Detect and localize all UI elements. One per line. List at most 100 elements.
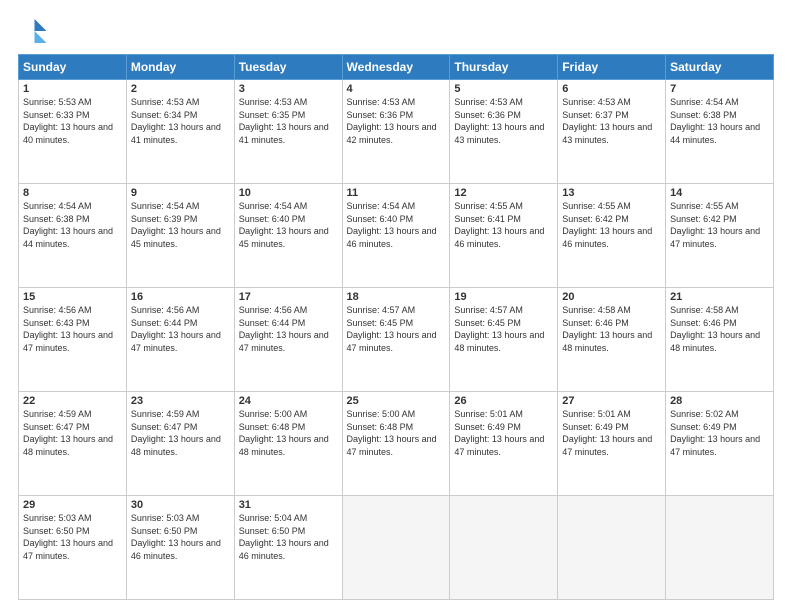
day-info: Sunrise: 4:59 AMSunset: 6:47 PMDaylight:… [23, 409, 113, 457]
day-cell-9: 9Sunrise: 4:54 AMSunset: 6:39 PMDaylight… [126, 184, 234, 288]
logo [18, 16, 52, 46]
day-cell-17: 17Sunrise: 4:56 AMSunset: 6:44 PMDayligh… [234, 288, 342, 392]
day-cell-19: 19 Sunrise: 4:57 AMSunset: 6:45 PMDayligh… [450, 288, 558, 392]
day-info: Sunrise: 4:55 AMSunset: 6:42 PMDaylight:… [562, 201, 652, 249]
day-number: 14 [670, 187, 769, 199]
day-cell-7: 7 Sunrise: 4:54 AMSunset: 6:38 PMDaylight… [666, 80, 774, 184]
day-number: 12 [454, 187, 553, 199]
week-row-5: 29 Sunrise: 5:03 AMSunset: 6:50 PMDayligh… [19, 496, 774, 600]
day-number: 25 [347, 395, 446, 407]
empty-cell [558, 496, 666, 600]
day-number: 24 [239, 395, 338, 407]
day-cell-23: 23Sunrise: 4:59 AMSunset: 6:47 PMDayligh… [126, 392, 234, 496]
day-cell-16: 16 Sunrise: 4:56 AMSunset: 6:44 PMDayligh… [126, 288, 234, 392]
day-info: Sunrise: 5:01 AMSunset: 6:49 PMDaylight:… [454, 409, 544, 457]
day-info: Sunrise: 4:56 AMSunset: 6:43 PMDaylight:… [23, 305, 113, 353]
day-cell-8: 8 Sunrise: 4:54 AMSunset: 6:38 PMDaylight… [19, 184, 127, 288]
day-cell-25: 25 Sunrise: 5:00 AMSunset: 6:48 PMDayligh… [342, 392, 450, 496]
day-info: Sunrise: 4:54 AMSunset: 6:38 PMDaylight:… [23, 201, 113, 249]
day-cell-20: 20 Sunrise: 4:58 AMSunset: 6:46 PMDayligh… [558, 288, 666, 392]
day-info: Sunrise: 5:00 AMSunset: 6:48 PMDaylight:… [347, 409, 437, 457]
day-number: 16 [131, 291, 230, 303]
day-info: Sunrise: 4:57 AMSunset: 6:45 PMDaylight:… [454, 305, 544, 353]
day-number: 3 [239, 83, 338, 95]
day-cell-15: 15 Sunrise: 4:56 AMSunset: 6:43 PMDayligh… [19, 288, 127, 392]
day-info: Sunrise: 4:53 AMSunset: 6:37 PMDaylight:… [562, 97, 652, 145]
day-number: 1 [23, 83, 122, 95]
day-number: 29 [23, 499, 122, 511]
day-cell-28: 28Sunrise: 5:02 AMSunset: 6:49 PMDayligh… [666, 392, 774, 496]
day-info: Sunrise: 5:03 AMSunset: 6:50 PMDaylight:… [23, 513, 113, 561]
day-info: Sunrise: 4:54 AMSunset: 6:39 PMDaylight:… [131, 201, 221, 249]
day-cell-31: 31Sunrise: 5:04 AMSunset: 6:50 PMDayligh… [234, 496, 342, 600]
day-info: Sunrise: 4:55 AMSunset: 6:42 PMDaylight:… [670, 201, 760, 249]
day-cell-5: 5Sunrise: 4:53 AMSunset: 6:36 PMDaylight… [450, 80, 558, 184]
day-info: Sunrise: 4:58 AMSunset: 6:46 PMDaylight:… [670, 305, 760, 353]
day-info: Sunrise: 5:00 AMSunset: 6:48 PMDaylight:… [239, 409, 329, 457]
day-number: 7 [670, 83, 769, 95]
day-info: Sunrise: 5:01 AMSunset: 6:49 PMDaylight:… [562, 409, 652, 457]
day-info: Sunrise: 4:54 AMSunset: 6:38 PMDaylight:… [670, 97, 760, 145]
day-number: 26 [454, 395, 553, 407]
day-info: Sunrise: 4:53 AMSunset: 6:35 PMDaylight:… [239, 97, 329, 145]
day-number: 5 [454, 83, 553, 95]
day-info: Sunrise: 4:59 AMSunset: 6:47 PMDaylight:… [131, 409, 221, 457]
empty-cell [342, 496, 450, 600]
page: SundayMondayTuesdayWednesdayThursdayFrid… [0, 0, 792, 612]
day-info: Sunrise: 4:54 AMSunset: 6:40 PMDaylight:… [347, 201, 437, 249]
day-number: 19 [454, 291, 553, 303]
empty-cell [450, 496, 558, 600]
day-number: 27 [562, 395, 661, 407]
day-number: 8 [23, 187, 122, 199]
day-cell-26: 26 Sunrise: 5:01 AMSunset: 6:49 PMDayligh… [450, 392, 558, 496]
day-info: Sunrise: 5:03 AMSunset: 6:50 PMDaylight:… [131, 513, 221, 561]
day-number: 4 [347, 83, 446, 95]
day-number: 13 [562, 187, 661, 199]
day-cell-4: 4 Sunrise: 4:53 AMSunset: 6:36 PMDaylight… [342, 80, 450, 184]
weekday-header-monday: Monday [126, 55, 234, 80]
day-number: 11 [347, 187, 446, 199]
day-number: 20 [562, 291, 661, 303]
day-info: Sunrise: 4:53 AMSunset: 6:34 PMDaylight:… [131, 97, 221, 145]
header [18, 16, 774, 46]
day-number: 15 [23, 291, 122, 303]
day-cell-22: 22 Sunrise: 4:59 AMSunset: 6:47 PMDayligh… [19, 392, 127, 496]
day-cell-2: 2Sunrise: 4:53 AMSunset: 6:34 PMDaylight… [126, 80, 234, 184]
weekday-header-saturday: Saturday [666, 55, 774, 80]
day-number: 31 [239, 499, 338, 511]
day-info: Sunrise: 5:53 AMSunset: 6:33 PMDaylight:… [23, 97, 113, 145]
week-row-2: 8 Sunrise: 4:54 AMSunset: 6:38 PMDaylight… [19, 184, 774, 288]
day-cell-3: 3 Sunrise: 4:53 AMSunset: 6:35 PMDaylight… [234, 80, 342, 184]
day-cell-27: 27 Sunrise: 5:01 AMSunset: 6:49 PMDayligh… [558, 392, 666, 496]
day-number: 17 [239, 291, 338, 303]
weekday-header-tuesday: Tuesday [234, 55, 342, 80]
weekday-header-row: SundayMondayTuesdayWednesdayThursdayFrid… [19, 55, 774, 80]
week-row-1: 1 Sunrise: 5:53 AMSunset: 6:33 PMDaylight… [19, 80, 774, 184]
day-info: Sunrise: 4:55 AMSunset: 6:41 PMDaylight:… [454, 201, 544, 249]
weekday-header-friday: Friday [558, 55, 666, 80]
logo-icon [18, 16, 48, 46]
day-cell-18: 18Sunrise: 4:57 AMSunset: 6:45 PMDayligh… [342, 288, 450, 392]
day-cell-10: 10Sunrise: 4:54 AMSunset: 6:40 PMDayligh… [234, 184, 342, 288]
day-cell-6: 6Sunrise: 4:53 AMSunset: 6:37 PMDaylight… [558, 80, 666, 184]
weekday-header-sunday: Sunday [19, 55, 127, 80]
day-number: 22 [23, 395, 122, 407]
weekday-header-wednesday: Wednesday [342, 55, 450, 80]
day-cell-11: 11 Sunrise: 4:54 AMSunset: 6:40 PMDayligh… [342, 184, 450, 288]
day-info: Sunrise: 4:58 AMSunset: 6:46 PMDaylight:… [562, 305, 652, 353]
day-cell-21: 21 Sunrise: 4:58 AMSunset: 6:46 PMDayligh… [666, 288, 774, 392]
day-info: Sunrise: 4:57 AMSunset: 6:45 PMDaylight:… [347, 305, 437, 353]
day-cell-24: 24 Sunrise: 5:00 AMSunset: 6:48 PMDayligh… [234, 392, 342, 496]
day-number: 21 [670, 291, 769, 303]
day-info: Sunrise: 4:54 AMSunset: 6:40 PMDaylight:… [239, 201, 329, 249]
day-number: 30 [131, 499, 230, 511]
empty-cell [666, 496, 774, 600]
week-row-4: 22 Sunrise: 4:59 AMSunset: 6:47 PMDayligh… [19, 392, 774, 496]
day-cell-30: 30 Sunrise: 5:03 AMSunset: 6:50 PMDayligh… [126, 496, 234, 600]
day-info: Sunrise: 4:56 AMSunset: 6:44 PMDaylight:… [131, 305, 221, 353]
day-cell-1: 1 Sunrise: 5:53 AMSunset: 6:33 PMDaylight… [19, 80, 127, 184]
weekday-header-thursday: Thursday [450, 55, 558, 80]
day-info: Sunrise: 5:02 AMSunset: 6:49 PMDaylight:… [670, 409, 760, 457]
day-info: Sunrise: 4:53 AMSunset: 6:36 PMDaylight:… [347, 97, 437, 145]
calendar-table: SundayMondayTuesdayWednesdayThursdayFrid… [18, 54, 774, 600]
